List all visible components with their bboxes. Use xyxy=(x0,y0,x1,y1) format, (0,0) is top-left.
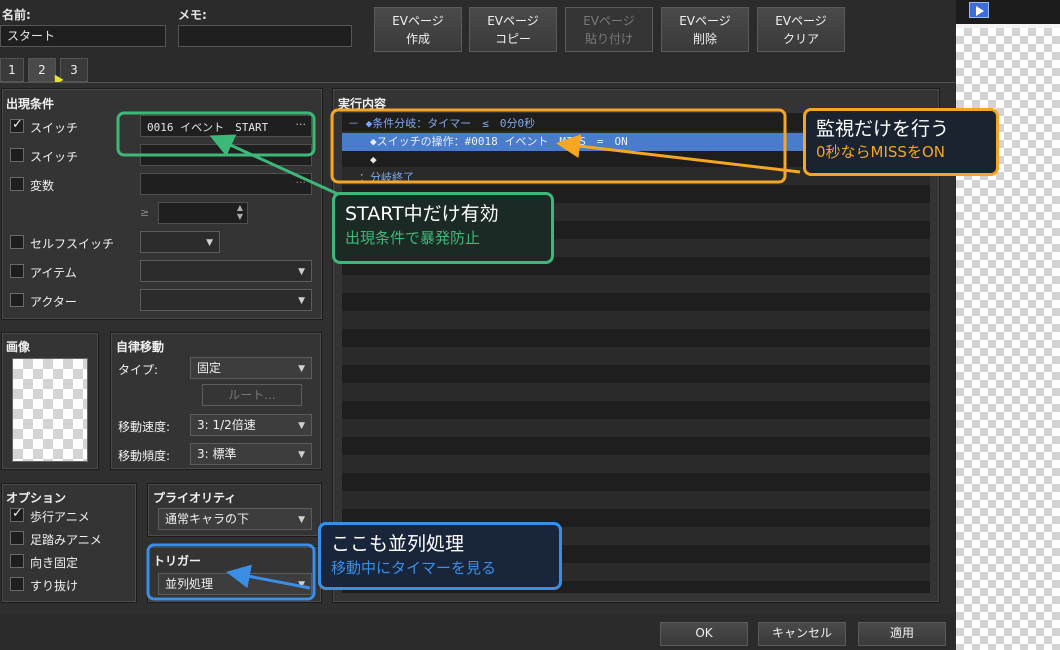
blue-callout-sub: 移動中にタイマーを見る xyxy=(331,559,497,577)
green-callout-sub: 出現条件で暴発防止 xyxy=(345,229,481,247)
blue-callout: ここも並列処理 移動中にタイマーを見る xyxy=(318,522,562,590)
orange-callout-sub: 0秒ならMISSをON xyxy=(816,143,945,161)
orange-highlight-box xyxy=(330,108,787,184)
blue-arrow xyxy=(226,564,311,590)
green-highlight-box xyxy=(116,111,316,157)
orange-arrow xyxy=(556,134,801,174)
orange-callout: 監視だけを行う 0秒ならMISSをON xyxy=(803,108,999,176)
orange-callout-main: 監視だけを行う xyxy=(816,118,950,140)
blue-highlight-box xyxy=(146,543,316,601)
green-arrow xyxy=(209,134,341,197)
blue-callout-main: ここも並列処理 xyxy=(331,533,465,555)
green-callout-main: START中だけ有効 xyxy=(345,203,499,225)
green-callout: START中だけ有効 出現条件で暴発防止 xyxy=(332,192,554,264)
